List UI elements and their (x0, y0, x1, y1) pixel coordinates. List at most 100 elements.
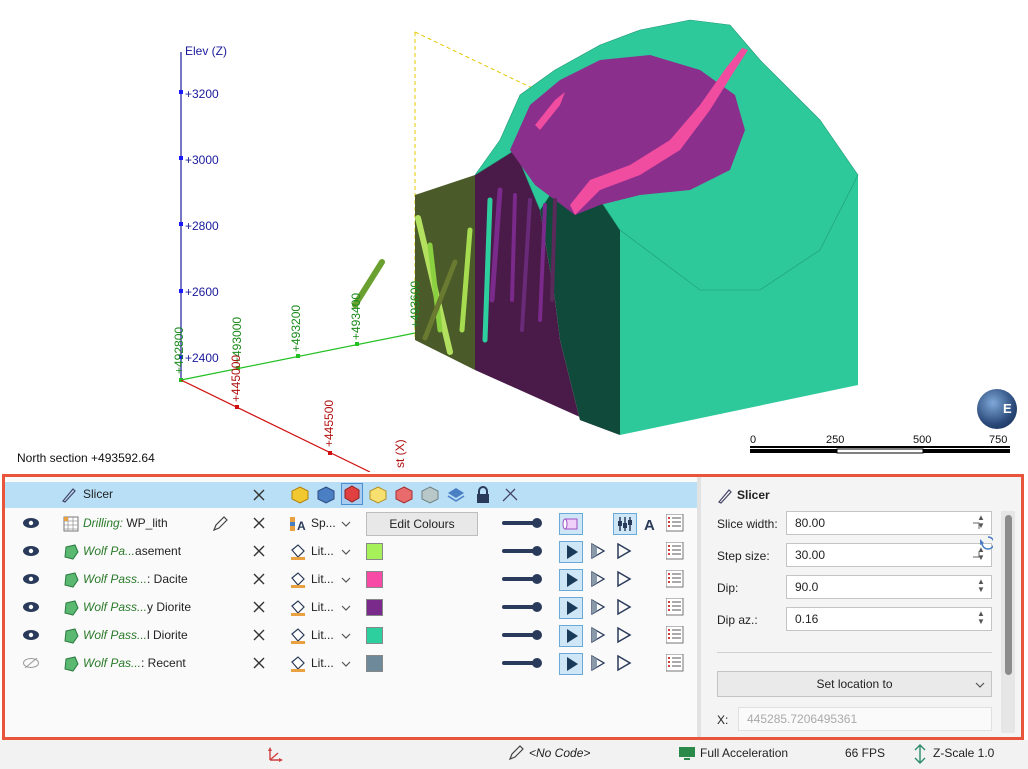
dip-value: 90.0 (795, 580, 819, 594)
surface-toggle[interactable] (559, 597, 583, 619)
chevron-down-icon (975, 682, 985, 688)
compass-globe[interactable]: E (977, 389, 1017, 429)
scene-row[interactable]: Wolf Pass...l Diorite Lit... (5, 622, 697, 650)
scene-row[interactable]: Wolf Pa...asement Lit... (5, 538, 697, 566)
colour-swatch[interactable] (366, 599, 383, 616)
scrollbar[interactable] (1001, 511, 1015, 733)
remove-icon[interactable] (252, 572, 266, 586)
cube-blue-icon[interactable] (317, 486, 335, 504)
cube-grey-icon[interactable] (421, 486, 439, 504)
cutaway-icon[interactable] (587, 541, 609, 563)
opacity-slider[interactable] (502, 658, 544, 668)
remove-icon[interactable] (252, 544, 266, 558)
colour-swatch[interactable] (366, 543, 383, 560)
zscale-arrow-icon[interactable] (912, 744, 928, 764)
slicer-row[interactable]: Slicer (5, 482, 697, 508)
geology-scene[interactable] (0, 0, 1028, 472)
remove-icon[interactable] (252, 656, 266, 670)
pencil-icon[interactable] (508, 745, 524, 761)
outline-icon[interactable] (613, 597, 635, 619)
visibility-eye-icon[interactable] (23, 602, 39, 612)
properties-list-icon[interactable] (666, 570, 684, 588)
cutaway-icon[interactable] (587, 597, 609, 619)
cutaway-icon[interactable] (587, 569, 609, 591)
colour-mode-dropdown[interactable]: Lit... (289, 626, 357, 646)
dip-field[interactable]: 90.0 ▲ ▼ (786, 575, 992, 599)
outline-icon[interactable] (613, 625, 635, 647)
remove-icon[interactable] (252, 600, 266, 614)
visibility-eye-icon[interactable] (23, 630, 39, 640)
remove-icon[interactable] (252, 628, 266, 642)
surface-toggle[interactable] (559, 653, 583, 675)
pencil-icon[interactable] (212, 516, 228, 532)
surface-toggle[interactable] (559, 569, 583, 591)
colour-mode-dropdown[interactable]: Lit... (289, 570, 357, 590)
cube-yellow-icon[interactable] (291, 486, 309, 504)
opacity-slider[interactable] (502, 602, 544, 612)
slice-width-field[interactable]: 80.00 ▲ ▼ (786, 511, 992, 535)
geology-volume-icon (64, 656, 79, 672)
surface-toggle[interactable] (559, 541, 583, 563)
spinner-icon[interactable]: ▲ ▼ (977, 578, 987, 596)
3d-viewport[interactable]: Elev (Z) +3200 +3000 +2800 +2600 +2400 +… (0, 0, 1028, 472)
colour-swatch[interactable] (366, 571, 383, 588)
x-tick-label: +445500 (322, 399, 336, 447)
visibility-eye-icon[interactable] (23, 546, 39, 556)
remove-icon[interactable] (252, 488, 266, 502)
divider (717, 652, 992, 653)
scrollbar-thumb[interactable] (1005, 515, 1012, 675)
hidden-eye-icon[interactable] (23, 658, 39, 668)
row-label-name: WP_lith (123, 516, 168, 530)
no-code-label[interactable]: <No Code> (529, 746, 590, 760)
colour-mode-dropdown[interactable]: Lit... (289, 598, 357, 618)
surface-toggle[interactable] (559, 625, 583, 647)
table-grid-icon (63, 516, 79, 532)
scene-row[interactable]: Wolf Pass...y Diorite Lit... (5, 594, 697, 622)
colour-swatch[interactable] (366, 627, 383, 644)
outline-icon[interactable] (613, 569, 635, 591)
properties-list-icon[interactable] (666, 598, 684, 616)
x-axis-label: st (X) (393, 439, 407, 468)
scene-row[interactable]: Wolf Pas...: Recent Lit... (5, 650, 697, 678)
cylinder-toggle[interactable] (559, 513, 583, 535)
cutaway-icon[interactable] (587, 653, 609, 675)
colour-mode-dropdown[interactable]: Lit... (289, 654, 357, 674)
scene-row[interactable]: Drilling: WP_lith A Sp... Edit Colours A (5, 510, 697, 538)
slicer-off-icon[interactable] (500, 486, 520, 504)
outline-icon[interactable] (613, 653, 635, 675)
markers-toggle[interactable] (613, 513, 637, 535)
dip-az-field[interactable]: 0.16 ▲ ▼ (786, 607, 992, 631)
cutaway-icon[interactable] (587, 625, 609, 647)
cube-red-half-icon[interactable] (395, 486, 413, 504)
colour-swatch[interactable] (366, 655, 383, 672)
properties-list-icon[interactable] (666, 542, 684, 560)
properties-list-icon[interactable] (666, 626, 684, 644)
link-reset-icon[interactable] (971, 521, 993, 561)
zscale-label[interactable]: Z-Scale 1.0 (933, 746, 994, 760)
lock-icon[interactable] (475, 486, 491, 504)
outline-icon[interactable] (613, 541, 635, 563)
properties-list-icon[interactable] (666, 654, 684, 672)
row-label-prefix: Drilling: (83, 516, 124, 530)
properties-list-icon[interactable] (666, 514, 684, 532)
set-location-dropdown[interactable]: Set location to (717, 671, 992, 697)
text-labels-icon[interactable]: A (642, 515, 660, 533)
step-size-field[interactable]: 30.00 ▲ ▼ (786, 543, 992, 567)
visibility-eye-icon[interactable] (23, 518, 39, 528)
colour-mode-dropdown[interactable]: A Sp... (289, 514, 357, 534)
cube-red-toggle[interactable] (341, 483, 363, 505)
spinner-icon[interactable]: ▲ ▼ (977, 610, 987, 628)
opacity-slider[interactable] (502, 574, 544, 584)
visibility-eye-icon[interactable] (23, 574, 39, 584)
scene-row[interactable]: Wolf Pass...: Dacite Lit... (5, 566, 697, 594)
colour-mode-dropdown[interactable]: Lit... (289, 542, 357, 562)
opacity-slider[interactable] (502, 630, 544, 640)
cube-yellow-outline-icon[interactable] (369, 486, 387, 504)
layers-icon[interactable] (447, 486, 465, 504)
x-coordinate-field[interactable]: 445285.7206495361 (738, 707, 992, 731)
axes-icon[interactable] (266, 746, 284, 764)
edit-colours-button[interactable]: Edit Colours (366, 512, 478, 536)
opacity-slider[interactable] (502, 546, 544, 556)
opacity-slider[interactable] (502, 518, 544, 528)
remove-icon[interactable] (252, 516, 266, 530)
